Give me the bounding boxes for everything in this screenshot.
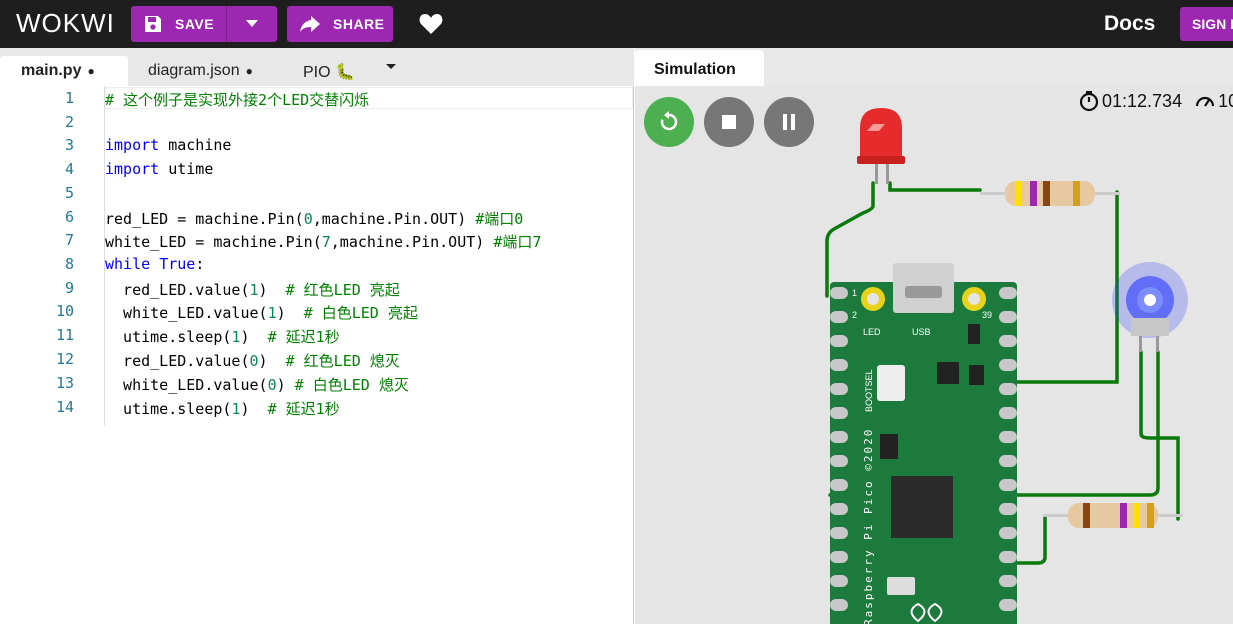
- wokwi-logo[interactable]: WOKWI: [16, 8, 115, 39]
- share-button[interactable]: SHARE: [287, 6, 393, 42]
- modified-dot-icon: ●: [87, 64, 95, 78]
- svg-text:USB: USB: [912, 327, 931, 337]
- line-number: 9: [64, 279, 74, 297]
- rp2040-chip: [891, 476, 953, 538]
- line-number: 2: [64, 113, 74, 131]
- code-line: red_LED = machine.Pin(0,machine.Pin.OUT)…: [105, 210, 524, 228]
- line-number: 10: [55, 302, 74, 320]
- code-line: while True:: [105, 255, 205, 273]
- save-label: SAVE: [175, 16, 215, 32]
- svg-text:LED: LED: [863, 327, 881, 337]
- line-number: 1: [64, 89, 74, 107]
- code-line: red_LED.value(1) # 红色LED 亮起: [105, 281, 400, 299]
- modified-dot-icon: ●: [245, 64, 253, 78]
- tab-simulation[interactable]: Simulation: [635, 50, 764, 86]
- line-number: 14: [55, 398, 74, 416]
- tab-label: diagram.json: [148, 62, 240, 79]
- editor-tab-bar: main.py ● diagram.json ● PIO 🐛: [0, 48, 634, 86]
- tab-pio[interactable]: PIO 🐛: [303, 56, 355, 86]
- wire-resistor-gp7: [1013, 515, 1047, 565]
- resistor-2[interactable]: [1043, 503, 1183, 528]
- line-number: 5: [64, 184, 74, 202]
- raspberry-pi-pico-board[interactable]: 1 2 39 LED USB BOOTSEL Raspberry Pi Pico…: [830, 263, 1017, 624]
- svg-text:39: 39: [982, 310, 992, 320]
- save-button[interactable]: SAVE: [131, 6, 227, 42]
- blue-led[interactable]: [1112, 262, 1188, 352]
- line-number: 7: [64, 231, 74, 249]
- save-button-group: SAVE: [131, 6, 277, 42]
- top-bar: WOKWI SAVE SHARE Docs SIGN I: [0, 0, 1233, 48]
- tab-label: main.py: [21, 62, 82, 79]
- line-number: 13: [55, 374, 74, 392]
- resistor-1[interactable]: [980, 181, 1120, 206]
- code-line: # 这个例子是实现外接2个LED交替闪烁: [105, 91, 370, 109]
- svg-text:BOOTSEL: BOOTSEL: [864, 369, 874, 412]
- svg-text:1: 1: [852, 288, 857, 298]
- line-number: 8: [64, 255, 74, 273]
- wire-red-led-resistor: [888, 181, 982, 192]
- bootsel-button: [877, 365, 905, 401]
- share-label: SHARE: [333, 16, 385, 32]
- floppy-disk-icon: [145, 16, 161, 32]
- code-line: import machine: [105, 136, 232, 154]
- code-line: white_LED = machine.Pin(7,machine.Pin.OU…: [105, 233, 542, 251]
- line-number: 3: [64, 136, 74, 154]
- line-number: 6: [64, 208, 74, 226]
- tab-main-py[interactable]: main.py ●: [0, 56, 128, 86]
- tab-label: PIO 🐛: [303, 64, 355, 81]
- wire-red-led-gp0: [825, 181, 875, 298]
- code-line: utime.sleep(1) # 延迟1秒: [105, 328, 340, 346]
- svg-text:2: 2: [852, 310, 857, 320]
- docs-link[interactable]: Docs: [1104, 12, 1155, 36]
- tab-diagram-json[interactable]: diagram.json ●: [148, 56, 253, 86]
- code-line: white_LED.value(1) # 白色LED 亮起: [105, 304, 418, 322]
- code-editor[interactable]: 1 # 这个例子是实现外接2个LED交替闪烁 2 3 import machin…: [0, 86, 634, 624]
- simulation-canvas[interactable]: 01:12.734 10: [635, 86, 1233, 624]
- sign-in-button[interactable]: SIGN I: [1180, 7, 1233, 41]
- line-number: 11: [55, 326, 74, 344]
- circuit-diagram: 1 2 39 LED USB BOOTSEL Raspberry Pi Pico…: [825, 108, 1188, 624]
- simulation-tab-bar: Simulation: [635, 48, 1233, 86]
- code-line: import utime: [105, 160, 214, 178]
- tabs-menu-caret-icon[interactable]: [385, 63, 397, 71]
- code-line: utime.sleep(1) # 延迟1秒: [105, 400, 340, 418]
- code-line: red_LED.value(0) # 红色LED 熄灭: [105, 352, 400, 370]
- red-led[interactable]: [857, 108, 905, 184]
- caret-down-icon: [246, 20, 258, 27]
- svg-text:Raspberry Pi Pico ©2020: Raspberry Pi Pico ©2020: [862, 428, 875, 624]
- save-dropdown-button[interactable]: [227, 20, 277, 28]
- line-number: 4: [64, 160, 74, 178]
- heart-icon[interactable]: [419, 13, 443, 35]
- line-number: 12: [55, 350, 74, 368]
- share-arrow-icon: [300, 16, 320, 32]
- code-line: white_LED.value(0) # 白色LED 熄灭: [105, 376, 409, 394]
- wire-resistor-gp: [1013, 190, 1119, 384]
